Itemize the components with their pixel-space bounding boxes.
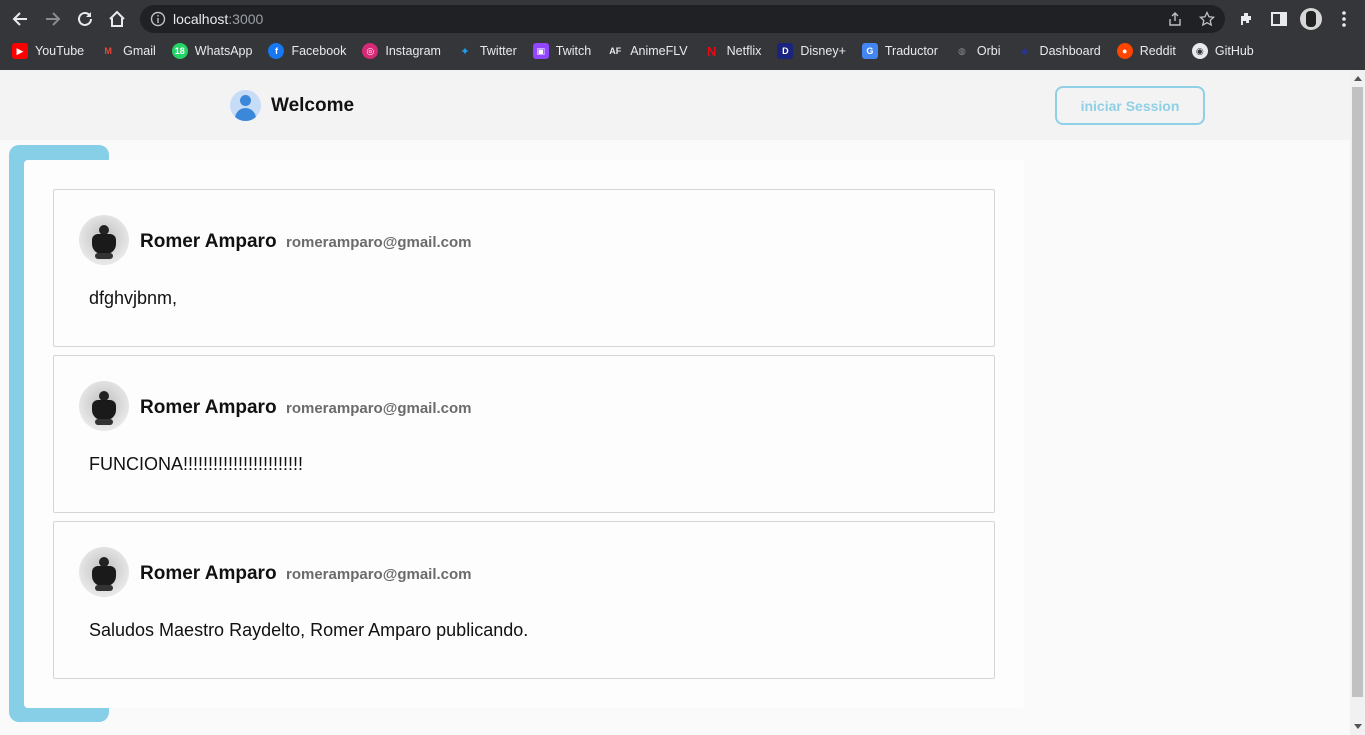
url-port: :3000 <box>228 11 264 27</box>
post-author-email: romeramparo@gmail.com <box>286 566 472 583</box>
post-content: dfghvjbnm, <box>89 288 178 308</box>
facebook-icon: f <box>268 43 285 59</box>
animeflv-icon: AF <box>609 46 622 56</box>
url-host: localhost <box>173 11 229 27</box>
login-button[interactable]: iniciar Session <box>1055 86 1205 125</box>
page-viewport: Welcome iniciar Session Romer Amparo rom… <box>0 70 1365 735</box>
scroll-down-arrow-icon[interactable] <box>1354 724 1362 729</box>
browser-chrome: localhost:3000 ▶ YouTube M Gmail 18 WhatsAp… <box>0 0 1365 70</box>
dashboard-icon: ◆ <box>1021 45 1028 56</box>
reddit-icon: ● <box>1116 43 1133 59</box>
profile-avatar[interactable] <box>1300 8 1322 30</box>
bookmark-item[interactable]: ✦ Twitter <box>457 40 516 62</box>
bookmark-item[interactable]: ▣ Twitch <box>532 40 591 62</box>
whatsapp-icon: 18 <box>171 43 188 59</box>
scroll-up-arrow-icon[interactable] <box>1354 76 1362 81</box>
bookmark-item[interactable]: ◉ GitHub <box>1191 40 1254 62</box>
home-button[interactable] <box>105 7 129 31</box>
youtube-icon: ▶ <box>12 43 28 59</box>
forward-button[interactable] <box>41 7 65 31</box>
bookmark-item[interactable]: M Gmail <box>100 40 155 62</box>
side-panel-icon[interactable] <box>1269 9 1289 29</box>
app-header: Welcome iniciar Session <box>0 70 1350 140</box>
bookmark-item[interactable]: ◆ Dashboard <box>1017 40 1101 62</box>
github-icon: ◉ <box>1191 43 1208 59</box>
orbi-icon: ◍ <box>957 45 966 56</box>
post-author-email: romeramparo@gmail.com <box>286 234 472 251</box>
post-content: Saludos Maestro Raydelto, Romer Amparo p… <box>89 620 529 640</box>
bookmark-item[interactable]: D Disney+ <box>777 40 846 62</box>
post-content: FUNCIONA!!!!!!!!!!!!!!!!!!!!!!!! <box>89 454 304 474</box>
info-icon[interactable] <box>150 11 166 27</box>
post-card: Romer Amparo romeramparo@gmail.com dfghv… <box>53 189 995 347</box>
scroll-thumb[interactable] <box>1352 87 1363 697</box>
disney-icon: D <box>777 43 794 59</box>
twitter-icon: ✦ <box>460 45 470 58</box>
instagram-icon: ◎ <box>362 43 379 59</box>
browser-toolbar: localhost:3000 <box>0 0 1365 38</box>
translate-icon: G <box>861 43 878 59</box>
url-text: localhost:3000 <box>173 11 263 27</box>
bookmark-item[interactable]: G Traductor <box>861 40 938 62</box>
post-author-name: Romer Amparo <box>140 231 277 252</box>
page-title: Welcome <box>271 95 355 116</box>
post-card: Romer Amparo romeramparo@gmail.com FUNCI… <box>53 355 995 513</box>
bookmark-item[interactable]: AF AnimeFLV <box>607 40 687 62</box>
page-scrollbar[interactable] <box>1350 70 1365 735</box>
gmail-icon: M <box>104 46 112 56</box>
netflix-icon: N <box>706 43 717 59</box>
more-menu-icon[interactable] <box>1334 9 1354 29</box>
twitch-icon: ▣ <box>532 43 549 59</box>
post-avatar <box>79 547 129 597</box>
back-button[interactable] <box>8 7 32 31</box>
post-avatar <box>79 381 129 431</box>
share-icon[interactable] <box>1167 11 1183 27</box>
bookmark-item[interactable]: ● Reddit <box>1116 40 1176 62</box>
post-card: Romer Amparo romeramparo@gmail.com Salud… <box>53 521 995 679</box>
home-icon <box>109 10 125 27</box>
bookmark-star-icon[interactable] <box>1199 11 1215 27</box>
post-author-email: romeramparo@gmail.com <box>286 400 472 417</box>
bookmark-item[interactable]: N Netflix <box>704 40 761 62</box>
bookmark-item[interactable]: ◍ Orbi <box>954 40 1001 62</box>
bookmark-item[interactable]: ▶ YouTube <box>12 40 84 62</box>
post-author-name: Romer Amparo <box>140 563 277 584</box>
reload-button[interactable] <box>73 7 97 31</box>
address-bar[interactable]: localhost:3000 <box>140 5 1225 33</box>
extensions-icon[interactable] <box>1237 9 1257 29</box>
user-icon <box>230 90 261 121</box>
back-arrow-icon <box>12 12 27 26</box>
bookmark-item[interactable]: ◎ Instagram <box>362 40 441 62</box>
bookmark-item[interactable]: f Facebook <box>268 40 346 62</box>
post-author-name: Romer Amparo <box>140 397 277 418</box>
bookmark-item[interactable]: 18 WhatsApp <box>171 40 252 62</box>
post-avatar <box>79 215 129 265</box>
forward-arrow-icon <box>46 12 61 26</box>
bookmarks-bar: ▶ YouTube M Gmail 18 WhatsApp f Facebook ◎ In… <box>0 40 1365 62</box>
reload-icon <box>78 11 92 26</box>
